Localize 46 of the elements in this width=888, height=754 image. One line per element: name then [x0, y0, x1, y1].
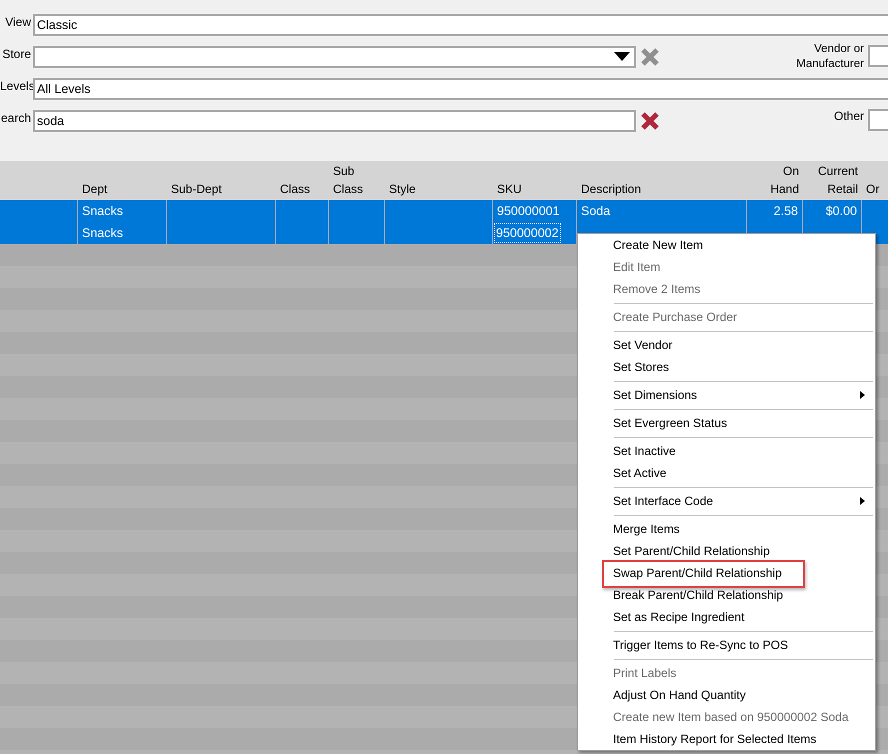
menu-item[interactable]: Set Active — [578, 462, 875, 484]
menu-item[interactable]: Set Stores — [578, 356, 875, 378]
column-header[interactable]: Description — [581, 180, 642, 198]
field-label: Levels — [0, 79, 35, 93]
column-header[interactable]: Style — [389, 180, 416, 198]
clear-icon[interactable] — [640, 47, 659, 67]
clear-icon[interactable] — [640, 111, 659, 131]
column-header[interactable]: On Hand — [751, 162, 799, 198]
column-header[interactable]: Dept — [82, 180, 108, 198]
menu-item[interactable]: Swap Parent/Child Relationship — [578, 562, 875, 584]
menu-item[interactable]: Set Dimensions — [578, 384, 875, 406]
menu-item[interactable]: Item History Report for Selected Items — [578, 728, 875, 750]
menu-item[interactable]: Set as Recipe Ingredient — [578, 606, 875, 628]
table-cell-text: 2.58 — [774, 202, 798, 220]
column-header[interactable]: Sub-Dept — [171, 180, 222, 198]
menu-item[interactable]: Merge Items — [578, 518, 875, 540]
column-header[interactable]: Sub Class — [333, 162, 381, 198]
column-header[interactable]: Or — [866, 180, 880, 198]
field-label: Other — [834, 109, 864, 123]
table-cell-text: $0.00 — [826, 202, 857, 220]
field-label: Vendor or Manufacturer — [796, 43, 864, 70]
table-cell-text: 950000001 — [497, 202, 560, 220]
input-field[interactable]: Classic — [33, 14, 888, 36]
field-label: earch — [0, 111, 31, 125]
menu-item[interactable]: Trigger Items to Re-Sync to POS — [578, 634, 875, 656]
column-header[interactable]: Class — [280, 180, 310, 198]
menu-item[interactable]: Set Interface Code — [578, 490, 875, 512]
field-label: View — [5, 15, 31, 29]
menu-item[interactable]: Set Parent/Child Relationship — [578, 540, 875, 562]
table-row[interactable]: Snacks 950000001 Soda 2.58 $0.00 — [0, 200, 888, 222]
input-field[interactable]: All Levels — [33, 78, 888, 100]
field-label: Store — [2, 47, 31, 61]
column-header[interactable]: Current Retail — [807, 162, 858, 198]
table-cell: 950000002 — [495, 224, 560, 242]
table-cell-text: Soda — [581, 202, 610, 220]
menu-item[interactable]: Break Parent/Child Relationship — [578, 584, 875, 606]
dropdown-arrow-icon[interactable] — [614, 52, 630, 62]
menu-item[interactable]: Adjust On Hand Quantity — [578, 684, 875, 706]
menu-item[interactable]: Set Vendor — [578, 334, 875, 356]
menu-item[interactable]: Set Inactive — [578, 440, 875, 462]
input-field[interactable]: soda — [33, 110, 636, 132]
column-header[interactable]: SKU — [497, 180, 522, 198]
table-cell-text: Snacks — [82, 202, 123, 220]
menu-item[interactable]: Set Evergreen Status — [578, 412, 875, 434]
table-cell-text: Snacks — [82, 224, 123, 242]
dropdown-field[interactable] — [33, 46, 636, 68]
